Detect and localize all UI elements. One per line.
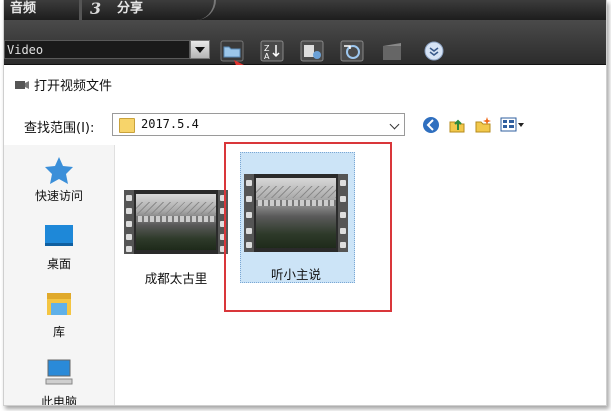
tab-share-number: 3	[90, 0, 102, 18]
place-label: 此电脑	[40, 395, 77, 406]
place-label: 快速访问	[34, 189, 83, 203]
video-thumbnail	[124, 190, 228, 254]
folder-icon	[119, 118, 135, 133]
library-icon	[47, 293, 71, 315]
place-library[interactable]: 库	[4, 287, 114, 349]
place-label: 桌面	[46, 257, 71, 271]
look-in-dropdown[interactable]: 2017.5.4	[112, 113, 405, 136]
tab-audio[interactable]: 音频	[10, 0, 36, 20]
place-label: 库	[52, 325, 65, 339]
tab-edge	[184, 0, 216, 20]
places-bar: 快速访问 桌面 库 此电脑	[4, 145, 115, 405]
expand-icon[interactable]	[422, 40, 446, 62]
back-icon[interactable]	[422, 116, 440, 134]
media-type-dropdown-button[interactable]	[190, 40, 210, 59]
file-name: 成都太古里	[144, 271, 208, 286]
up-folder-icon[interactable]	[448, 116, 466, 134]
desktop-icon	[45, 225, 73, 246]
place-this-pc[interactable]: 此电脑	[4, 353, 114, 406]
tab-share[interactable]: 分享	[117, 0, 143, 20]
star-icon	[45, 157, 73, 184]
tab-strip: 音频 3 分享	[4, 0, 606, 20]
new-folder-icon[interactable]	[474, 116, 492, 134]
view-options-icon[interactable]	[300, 40, 324, 62]
video-file-icon	[15, 81, 29, 89]
annotation-box	[224, 142, 392, 312]
refresh-icon[interactable]	[340, 40, 364, 62]
tab-separator	[79, 0, 82, 20]
look-in-label: 查找范围(I):	[24, 121, 95, 136]
chevron-down-icon	[389, 119, 400, 130]
app-window: 音频 3 分享 Video Z A 打开视频文件 查找范围(I): 2017.5…	[3, 0, 607, 406]
media-type-dropdown[interactable]: Video	[4, 40, 190, 59]
place-quick-access[interactable]: 快速访问	[4, 149, 114, 211]
computer-icon	[45, 359, 73, 385]
view-menu-icon[interactable]	[500, 116, 526, 134]
place-desktop[interactable]: 桌面	[4, 217, 114, 279]
clapper-icon[interactable]	[380, 40, 404, 62]
dialog-title: 打开视频文件	[14, 75, 112, 94]
dialog-title-text: 打开视频文件	[34, 79, 113, 94]
look-in-value: 2017.5.4	[141, 117, 199, 131]
file-item-chengdu[interactable]: 成都太古里	[124, 190, 228, 290]
